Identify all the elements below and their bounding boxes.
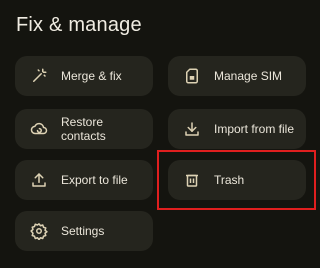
export-upload-icon <box>29 170 49 190</box>
export-to-file-button[interactable]: Export to file <box>15 160 153 200</box>
sim-card-icon <box>182 66 202 86</box>
cloud-restore-icon <box>29 119 49 139</box>
import-from-file-button[interactable]: Import from file <box>168 109 306 149</box>
export-to-file-label: Export to file <box>61 173 128 187</box>
import-download-icon <box>182 119 202 139</box>
manage-sim-label: Manage SIM <box>214 69 283 83</box>
restore-contacts-button[interactable]: Restore contacts <box>15 109 153 149</box>
restore-contacts-label: Restore contacts <box>61 115 106 143</box>
magic-wand-icon <box>29 66 49 86</box>
manage-sim-button[interactable]: Manage SIM <box>168 56 306 96</box>
settings-button[interactable]: Settings <box>15 211 153 251</box>
settings-label: Settings <box>61 224 105 238</box>
trash-highlight-box <box>157 150 316 210</box>
gear-icon <box>29 221 49 241</box>
merge-fix-label: Merge & fix <box>61 69 122 83</box>
import-from-file-label: Import from file <box>214 122 295 136</box>
page-title: Fix & manage <box>16 14 142 36</box>
merge-fix-button[interactable]: Merge & fix <box>15 56 153 96</box>
